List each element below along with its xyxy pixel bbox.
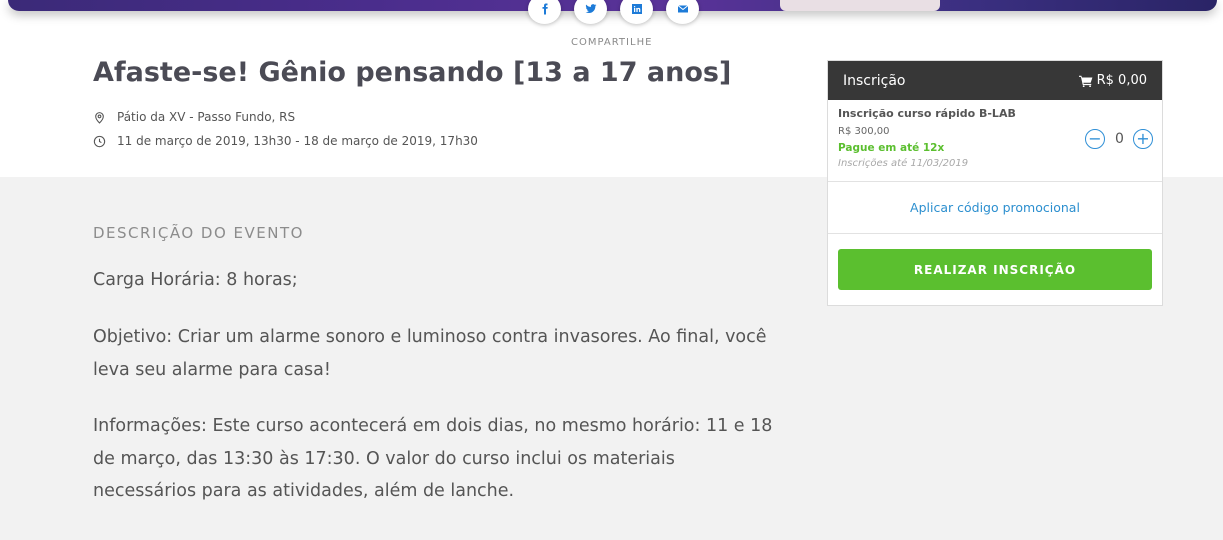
registration-panel: Inscrição R$ 0,00 Inscrição curso rápido… xyxy=(827,60,1163,306)
registration-header-label: Inscrição xyxy=(843,72,906,89)
event-datetime: 11 de março de 2019, 13h30 - 18 de março… xyxy=(93,134,478,148)
clock-icon xyxy=(93,135,106,147)
event-datetime-text: 11 de março de 2019, 13h30 - 18 de março… xyxy=(117,134,478,148)
submit-registration-button[interactable]: REALIZAR INSCRIÇÃO xyxy=(838,249,1152,290)
increase-quantity-button[interactable]: + xyxy=(1133,129,1153,149)
event-location-text: Pátio da XV - Passo Fundo, RS xyxy=(117,110,296,124)
event-title: Afaste-se! Gênio pensando [13 a 17 anos] xyxy=(93,57,732,88)
ticket-item: Inscrição curso rápido B-LAB R$ 300,00 P… xyxy=(828,100,1162,182)
quantity-stepper: − 0 + xyxy=(1085,129,1153,149)
decrease-quantity-button[interactable]: − xyxy=(1085,129,1105,149)
apply-promo-code-link[interactable]: Aplicar código promocional xyxy=(910,200,1080,215)
plus-icon: + xyxy=(1136,129,1150,148)
linkedin-icon xyxy=(631,4,642,14)
description-heading: DESCRIÇÃO DO EVENTO xyxy=(93,224,304,242)
minus-icon: − xyxy=(1088,129,1102,148)
facebook-icon xyxy=(542,3,548,15)
cart-total-value: R$ 0,00 xyxy=(1096,73,1147,88)
share-twitter-button[interactable] xyxy=(574,0,607,24)
share-email-button[interactable] xyxy=(666,0,699,24)
share-facebook-button[interactable] xyxy=(528,0,561,24)
registration-header: Inscrição R$ 0,00 xyxy=(828,61,1162,100)
email-icon xyxy=(677,5,688,13)
share-label: COMPARTILHE xyxy=(571,37,653,48)
share-linkedin-button[interactable] xyxy=(620,0,653,24)
description-paragraph: Carga Horária: 8 horas; xyxy=(93,270,298,290)
twitter-icon xyxy=(585,4,596,14)
ticket-deadline: Inscrições até 11/03/2019 xyxy=(838,158,969,169)
cart-total: R$ 0,00 xyxy=(1078,73,1147,88)
quantity-value: 0 xyxy=(1115,131,1124,147)
hero-banner-image-edge xyxy=(780,0,940,11)
map-pin-icon xyxy=(95,111,104,124)
description-paragraph: Objetivo: Criar um alarme sonoro e lumin… xyxy=(93,327,767,380)
promo-section: Aplicar código promocional xyxy=(828,182,1162,234)
ticket-name: Inscrição curso rápido B-LAB xyxy=(838,107,1016,120)
description-paragraph: Informações: Este curso acontecerá em do… xyxy=(93,416,773,501)
share-buttons xyxy=(528,0,699,24)
cart-icon xyxy=(1078,75,1093,87)
event-location: Pátio da XV - Passo Fundo, RS xyxy=(93,110,295,124)
